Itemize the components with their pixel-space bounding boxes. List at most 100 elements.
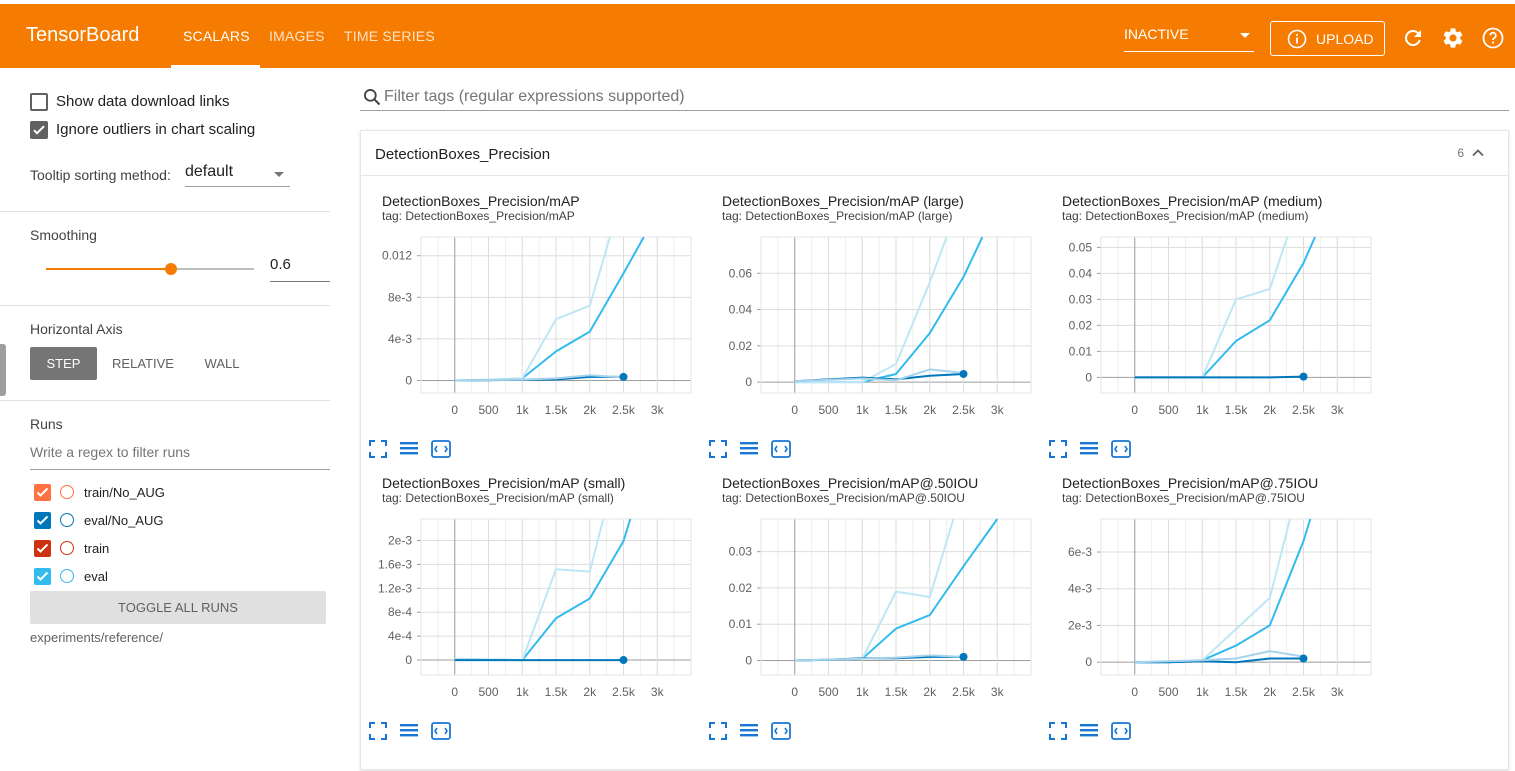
- tooltip-sorting-value: default: [185, 163, 234, 180]
- scalar-chart-card: DetectionBoxes_Precision/mAP (medium) tag…: [1041, 193, 1381, 475]
- show-download-links-checkbox[interactable]: [30, 93, 48, 111]
- x-tick-label: 2.5k: [1292, 685, 1316, 699]
- run-filter-input[interactable]: Write a regex to filter runs: [30, 444, 330, 470]
- run-label: train/No_AUG: [84, 485, 165, 500]
- y-tick-label: 0.01: [729, 617, 753, 631]
- x-tick-label: 3k: [651, 685, 665, 699]
- x-tick-label: 1k: [516, 685, 530, 699]
- fit-domain-icon[interactable]: [430, 721, 452, 741]
- run-filter-placeholder: Write a regex to filter runs: [30, 444, 191, 460]
- run-checkbox[interactable]: [34, 512, 51, 529]
- y-tick-label: 0.03: [1069, 292, 1093, 306]
- tag-filter-placeholder: Filter tags (regular expressions support…: [384, 88, 685, 105]
- scalar-chart-card: DetectionBoxes_Precision/mAP@.50IOU tag: …: [701, 475, 1041, 757]
- chart-plot[interactable]: 0 4e-4 8e-4 1.2e-3 1.6e-3 2e-3 0 500 1k 1.5k 2k 2.5…: [361, 475, 701, 715]
- check-icon: [36, 515, 49, 525]
- panel-header[interactable]: DetectionBoxes_Precision 6: [361, 131, 1508, 176]
- ignore-outliers-checkbox[interactable]: [30, 121, 48, 139]
- x-tick-label: 3k: [1331, 403, 1345, 417]
- x-tick-label: 1.5k: [1225, 403, 1249, 417]
- run-checkbox[interactable]: [34, 484, 51, 501]
- divider: [0, 305, 330, 306]
- scalar-chart-card: DetectionBoxes_Precision/mAP tag: Detecti…: [361, 193, 701, 475]
- check-icon: [36, 487, 49, 497]
- x-tick-label: 0: [1131, 685, 1138, 699]
- horizontal-axis-label: Horizontal Axis: [30, 321, 123, 337]
- chart-plot[interactable]: 0 0.01 0.02 0.03 0.04 0.05 0 500 1k 1.5k 2k 2.5k 3k: [1041, 193, 1381, 433]
- x-tick-label: 1.5k: [1225, 685, 1249, 699]
- chart-plot[interactable]: 0 0.02 0.04 0.06 0 500 1k 1.5k 2k 2.5k 3k: [701, 193, 1041, 433]
- check-icon: [36, 571, 49, 581]
- chevron-up-icon[interactable]: [1470, 145, 1486, 161]
- fit-domain-icon[interactable]: [1110, 721, 1132, 741]
- toggle-all-runs-button[interactable]: TOGGLE ALL RUNS: [30, 591, 326, 624]
- fit-domain-icon[interactable]: [430, 439, 452, 459]
- y-tick-label: 0: [1085, 370, 1092, 384]
- fullscreen-icon[interactable]: [707, 439, 729, 459]
- tooltip-sorting-select[interactable]: default: [185, 163, 290, 187]
- log-scale-icon[interactable]: [1078, 439, 1100, 459]
- tooltip-sorting-label: Tooltip sorting method:: [30, 167, 171, 183]
- run-checkbox[interactable]: [34, 540, 51, 557]
- run-color-swatch[interactable]: [60, 485, 74, 499]
- chart-plot[interactable]: 0 4e-3 8e-3 0.012 0 500 1k 1.5k 2k 2.5k 3k: [361, 193, 701, 433]
- plugin-selector[interactable]: INACTIVE: [1124, 26, 1254, 52]
- y-tick-label: 0.03: [729, 545, 753, 559]
- y-tick-label: 0: [1085, 655, 1092, 669]
- fullscreen-icon[interactable]: [367, 721, 389, 741]
- fit-domain-icon[interactable]: [770, 439, 792, 459]
- x-tick-label: 500: [478, 403, 498, 417]
- tab-images[interactable]: IMAGES: [269, 28, 325, 44]
- fit-domain-icon[interactable]: [770, 721, 792, 741]
- smoothing-label: Smoothing: [30, 227, 97, 243]
- log-scale-icon[interactable]: [738, 439, 760, 459]
- log-scale-icon[interactable]: [738, 721, 760, 741]
- axis-relative-button[interactable]: RELATIVE: [104, 347, 182, 380]
- tab-scalars[interactable]: SCALARS: [183, 28, 250, 44]
- chart-plot[interactable]: 0 2e-3 4e-3 6e-3 0 500 1k 1.5k 2k 2.5k 3k: [1041, 475, 1381, 715]
- log-scale-icon[interactable]: [398, 439, 420, 459]
- series-line: [1134, 518, 1291, 664]
- x-tick-label: 1.5k: [545, 685, 569, 699]
- x-tick-label: 1.5k: [545, 403, 569, 417]
- tab-time-series[interactable]: TIME SERIES: [344, 28, 435, 44]
- smoothing-value-input[interactable]: 0.6: [270, 256, 330, 282]
- smoothing-slider-thumb[interactable]: [164, 263, 177, 275]
- panel-title: DetectionBoxes_Precision: [375, 146, 551, 163]
- x-tick-label: 1k: [1196, 403, 1210, 417]
- upload-button[interactable]: UPLOAD: [1270, 21, 1385, 56]
- sidebar-collapse-handle[interactable]: [0, 344, 6, 396]
- chart-plot[interactable]: 0 0.01 0.02 0.03 0 500 1k 1.5k 2k 2.5k 3k: [701, 475, 1041, 715]
- x-tick-label: 500: [818, 403, 838, 417]
- tag-filter-input[interactable]: Filter tags (regular expressions support…: [360, 78, 1509, 111]
- series-line: [454, 236, 645, 382]
- log-scale-icon[interactable]: [398, 721, 420, 741]
- x-tick-label: 2.5k: [952, 403, 976, 417]
- run-color-swatch[interactable]: [60, 569, 74, 583]
- fullscreen-icon[interactable]: [1047, 721, 1069, 741]
- axis-step-button[interactable]: STEP: [30, 347, 97, 380]
- x-tick-label: 0: [451, 403, 458, 417]
- fullscreen-icon[interactable]: [1047, 439, 1069, 459]
- y-tick-label: 1.6e-3: [378, 557, 412, 571]
- x-tick-label: 2k: [923, 403, 937, 417]
- run-checkbox[interactable]: [34, 568, 51, 585]
- x-tick-label: 500: [1158, 685, 1178, 699]
- x-tick-label: 1.5k: [885, 403, 909, 417]
- help-icon[interactable]: [1481, 26, 1505, 50]
- x-tick-label: 1.5k: [885, 685, 909, 699]
- axis-wall-button[interactable]: WALL: [194, 347, 250, 380]
- fullscreen-icon[interactable]: [367, 439, 389, 459]
- divider: [0, 400, 330, 401]
- run-color-swatch[interactable]: [60, 541, 74, 555]
- fit-domain-icon[interactable]: [1110, 439, 1132, 459]
- run-color-swatch[interactable]: [60, 513, 74, 527]
- data-point-marker: [619, 656, 628, 665]
- log-scale-icon[interactable]: [1078, 721, 1100, 741]
- fullscreen-icon[interactable]: [707, 721, 729, 741]
- y-tick-label: 8e-4: [388, 605, 412, 619]
- settings-icon[interactable]: [1441, 26, 1465, 50]
- y-tick-label: 0: [745, 375, 752, 389]
- refresh-icon[interactable]: [1401, 26, 1425, 50]
- y-tick-label: 0: [405, 653, 412, 667]
